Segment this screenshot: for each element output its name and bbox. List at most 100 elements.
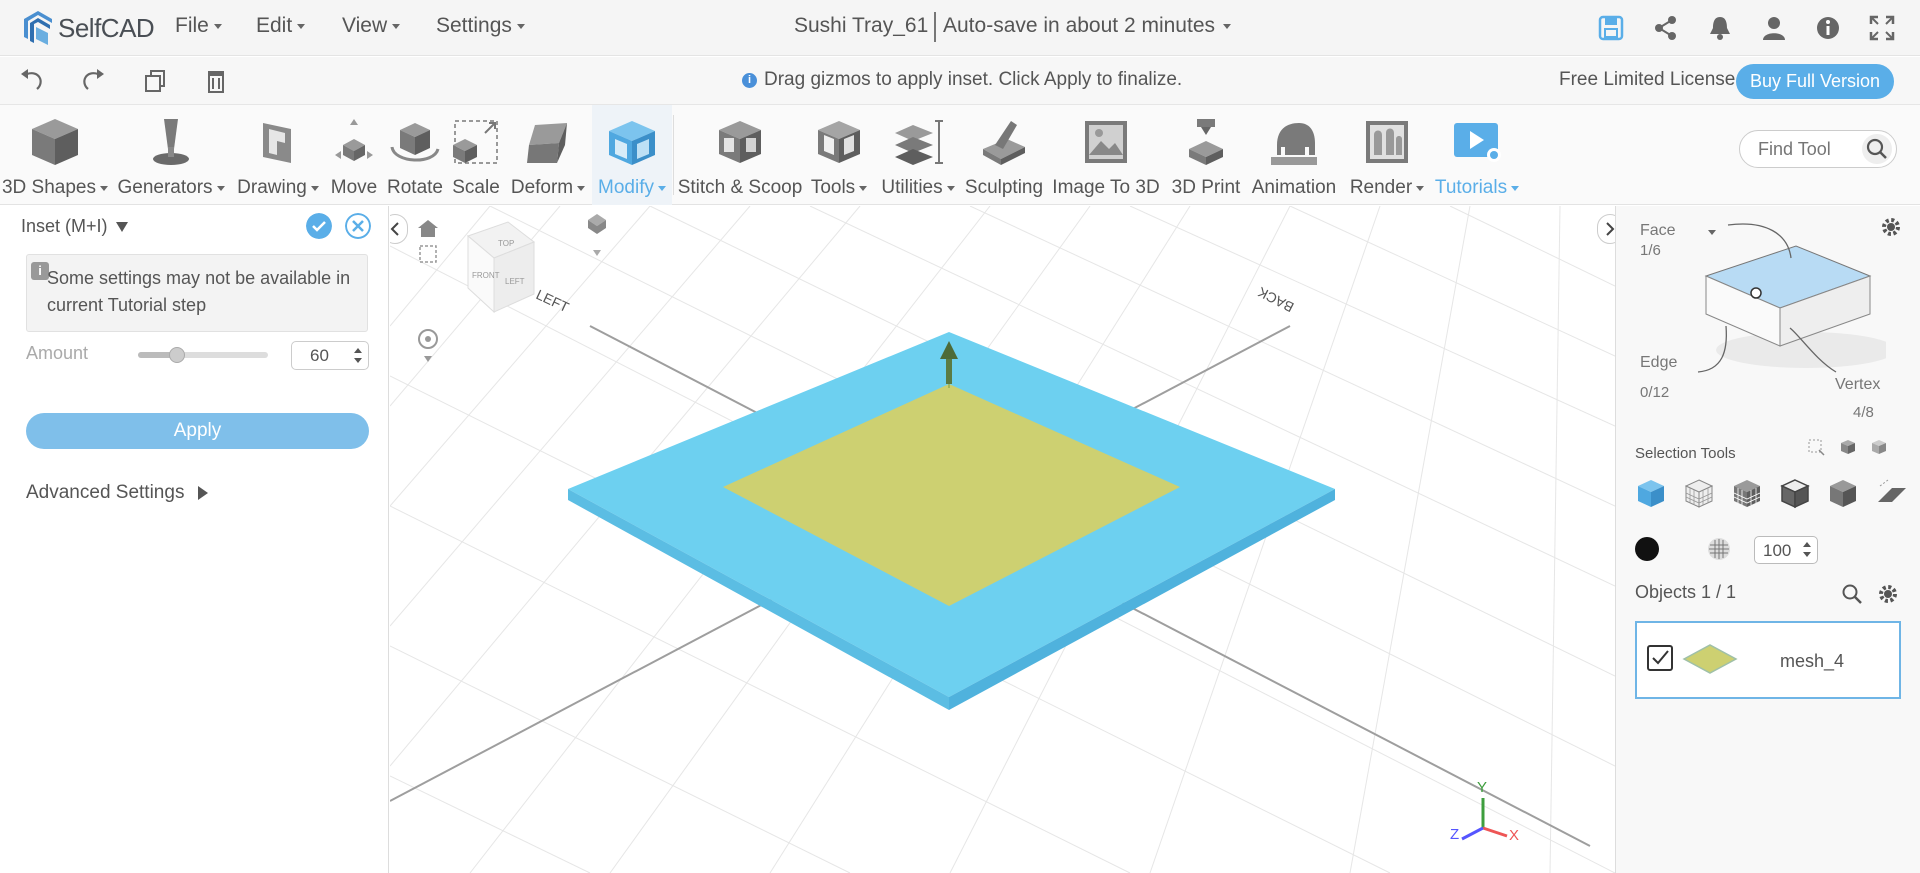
menu-file[interactable]: File — [175, 14, 222, 38]
select-object-icon[interactable] — [1634, 476, 1668, 510]
box-select-icon[interactable] — [1807, 438, 1825, 456]
select-all-icon[interactable] — [1839, 438, 1857, 456]
trash-icon[interactable] — [203, 68, 229, 94]
face-mode-label[interactable]: Face — [1640, 222, 1676, 240]
advanced-settings-toggle[interactable]: Advanced Settings — [26, 482, 209, 504]
amount-slider[interactable] — [138, 347, 268, 363]
scene-canvas[interactable]: LEFT BACK Y X Z TOP FRONT LEFT — [390, 206, 1615, 873]
view-cube[interactable]: TOP FRONT LEFT — [467, 221, 536, 314]
edge-mode-label[interactable]: Edge — [1640, 354, 1677, 372]
tool-move[interactable]: Move — [325, 105, 383, 205]
selection-mode-diagram[interactable] — [1676, 220, 1886, 380]
search-icon[interactable] — [1841, 583, 1863, 605]
image-to-3d-icon — [1085, 121, 1127, 163]
gizmo-shaft[interactable] — [946, 356, 952, 384]
select-plane-icon[interactable] — [1874, 476, 1908, 510]
bell-icon[interactable] — [1706, 14, 1734, 42]
chevron-down-icon — [859, 185, 868, 191]
collapse-right-panel-button[interactable] — [1597, 214, 1615, 244]
copy-icon[interactable] — [142, 68, 168, 94]
tool-stitch-scoop[interactable]: Stitch & Scoop — [675, 105, 805, 205]
select-mesh-icon[interactable] — [1682, 476, 1716, 510]
tool-render[interactable]: Render — [1344, 105, 1430, 205]
object-list-item[interactable]: mesh_4 — [1635, 621, 1901, 699]
tool-tutorials[interactable]: Tutorials — [1432, 105, 1522, 205]
stepper-down-icon[interactable] — [354, 358, 362, 363]
app-logo[interactable]: SelfCAD — [20, 8, 155, 48]
close-icon[interactable] — [345, 213, 371, 239]
select-grid-icon[interactable] — [1730, 476, 1764, 510]
cube-face-top[interactable]: TOP — [498, 239, 514, 248]
chevron-down-icon — [100, 185, 108, 191]
stepper-up-icon[interactable] — [1803, 542, 1811, 547]
find-tool-search[interactable] — [1739, 130, 1897, 168]
share-icon[interactable] — [1652, 14, 1680, 42]
fit-view-icon[interactable] — [419, 245, 437, 263]
document-title[interactable]: Sushi Tray_61 — [794, 14, 928, 38]
hint-text: Drag gizmos to apply inset. Click Apply … — [764, 69, 1183, 90]
tool-label: Move — [330, 177, 378, 198]
find-tool-input[interactable] — [1758, 139, 1858, 160]
tool-generators[interactable]: Generators — [115, 105, 227, 205]
tool-label: Sculpting — [964, 177, 1044, 198]
vertex-count: 4/8 — [1853, 404, 1874, 421]
tool-image-to-3d[interactable]: Image To 3D — [1048, 105, 1164, 205]
invert-selection-icon[interactable] — [1870, 438, 1888, 456]
search-icon[interactable] — [1862, 134, 1892, 164]
redo-icon[interactable] — [80, 68, 106, 94]
tool-3d-shapes[interactable]: 3D Shapes — [0, 105, 110, 205]
chevron-down-icon[interactable] — [593, 250, 601, 256]
select-edges-icon[interactable] — [1778, 476, 1812, 510]
apply-button[interactable]: Apply — [26, 413, 369, 449]
cube-face-front[interactable]: FRONT — [472, 271, 500, 280]
diagram-vertex[interactable] — [1750, 287, 1762, 299]
stepper-up-icon[interactable] — [354, 348, 362, 353]
object-visibility-checkbox[interactable] — [1647, 645, 1673, 671]
object-name: mesh_4 — [1780, 651, 1845, 671]
tool-3d-print[interactable]: 3D Print — [1166, 105, 1246, 205]
vertex-mode-label[interactable]: Vertex — [1835, 376, 1880, 394]
chevron-down-icon[interactable] — [424, 356, 432, 362]
amount-label: Amount — [26, 343, 89, 363]
opacity-stepper[interactable]: 100 — [1754, 536, 1818, 564]
tool-label: Tutorials — [1434, 177, 1508, 198]
undo-icon[interactable] — [19, 68, 45, 94]
tool-deform[interactable]: Deform — [507, 105, 589, 205]
tool-animation[interactable]: Animation — [1248, 105, 1340, 205]
color-picker[interactable] — [1635, 537, 1659, 561]
amount-stepper[interactable]: 60 — [291, 341, 369, 370]
tool-label: Render — [1349, 177, 1413, 198]
cube-icon — [32, 119, 78, 165]
menu-edit[interactable]: Edit — [256, 14, 306, 38]
amount-slider-knob[interactable] — [169, 347, 185, 363]
tool-sculpting[interactable]: Sculpting — [962, 105, 1046, 205]
chevron-left-icon — [390, 222, 399, 236]
cube-face-left[interactable]: LEFT — [505, 277, 525, 286]
texture-icon[interactable] — [1707, 537, 1731, 561]
tool-drawing[interactable]: Drawing — [233, 105, 323, 205]
tool-rotate[interactable]: Rotate — [385, 105, 445, 205]
autosave-dropdown[interactable]: Auto-save in about 2 minutes — [943, 14, 1231, 38]
tool-scale[interactable]: Scale — [447, 105, 505, 205]
info-icon[interactable] — [1814, 14, 1842, 42]
fullscreen-icon[interactable] — [1868, 14, 1896, 42]
tool-tools[interactable]: Tools — [806, 105, 872, 205]
3d-viewport[interactable]: LEFT BACK Y X Z TOP FRONT LEFT — [390, 206, 1615, 873]
select-faces-icon[interactable] — [1826, 476, 1860, 510]
axis-x-line — [1482, 826, 1508, 838]
gear-icon[interactable] — [1877, 583, 1899, 605]
menu-view[interactable]: View — [342, 14, 401, 38]
save-icon[interactable] — [1597, 14, 1625, 42]
stepper-down-icon[interactable] — [1803, 552, 1811, 557]
tool-modify[interactable]: Modify — [592, 105, 672, 205]
tool-utilities[interactable]: Utilities — [876, 105, 960, 205]
menu-settings[interactable]: Settings — [436, 14, 525, 38]
buy-full-version-button[interactable]: Buy Full Version — [1736, 64, 1894, 99]
collapse-left-panel-button[interactable] — [390, 214, 408, 244]
user-icon[interactable] — [1760, 14, 1788, 42]
triangle-down-icon — [115, 221, 128, 232]
tools-icon — [818, 121, 860, 163]
panel-title[interactable]: Inset (M+I) — [21, 216, 128, 237]
home-view-icon[interactable] — [418, 220, 438, 237]
confirm-check-icon[interactable] — [306, 213, 332, 239]
